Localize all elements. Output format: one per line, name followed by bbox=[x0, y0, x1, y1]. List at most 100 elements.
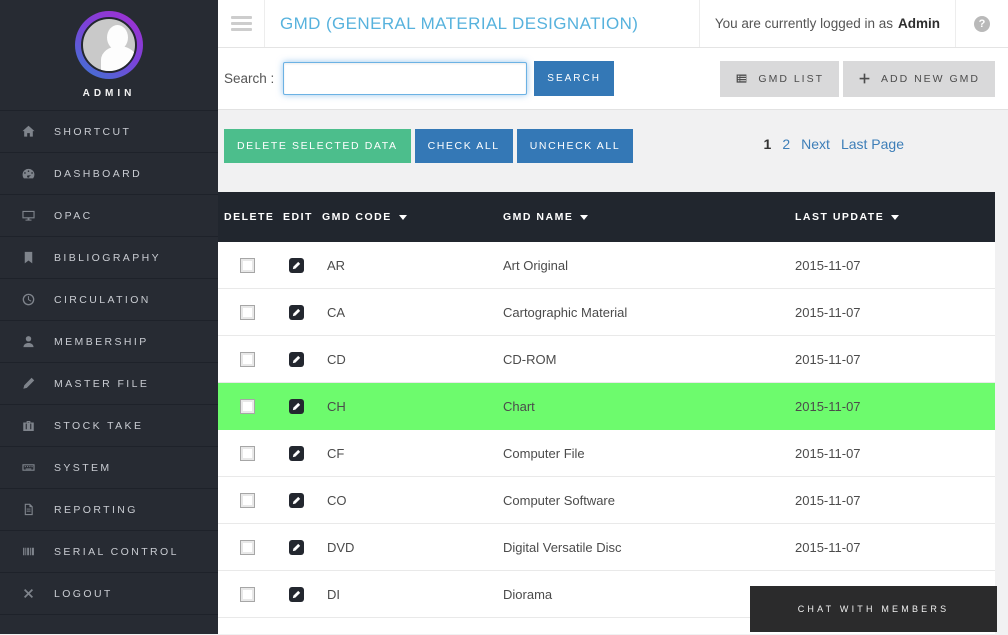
gmd-code-cell: CO bbox=[327, 492, 347, 508]
user-icon bbox=[20, 334, 37, 350]
keyboard-icon bbox=[20, 460, 37, 476]
uncheck-all-button[interactable]: UNCHECK ALL bbox=[516, 129, 634, 163]
row-checkbox[interactable] bbox=[240, 351, 255, 367]
search-section: Search : SEARCH GMD LIST ADD NEW GMD bbox=[218, 48, 1008, 110]
edit-button[interactable] bbox=[289, 586, 304, 602]
gmd-code-cell: CH bbox=[327, 398, 346, 414]
hamburger-menu-icon[interactable] bbox=[218, 0, 265, 47]
document-icon bbox=[20, 502, 37, 518]
gmd-table: DELETE EDIT GMD CODE GMD NAME LAST UPDATE AR… bbox=[218, 192, 995, 634]
pagination-link-2[interactable]: 2 bbox=[782, 136, 790, 152]
sidebar-item-label: CIRCULATION bbox=[54, 293, 151, 306]
plus-icon bbox=[859, 73, 870, 84]
pagination-link-last-page[interactable]: Last Page bbox=[841, 136, 904, 152]
table-row: CD CD-ROM 2015-11-07 bbox=[218, 336, 995, 383]
edit-button[interactable] bbox=[289, 492, 304, 508]
login-status-text: You are currently logged in as bbox=[714, 16, 893, 31]
sidebar-item-logout[interactable]: LOGOUT bbox=[0, 572, 218, 614]
admin-avatar bbox=[75, 11, 143, 79]
column-header-delete: DELETE bbox=[224, 211, 275, 223]
row-checkbox[interactable] bbox=[240, 586, 255, 602]
row-checkbox[interactable] bbox=[240, 257, 255, 273]
sort-arrow-icon bbox=[891, 214, 900, 220]
sort-arrow-icon bbox=[580, 214, 589, 220]
sidebar-item-label: STOCK TAKE bbox=[54, 419, 144, 432]
edit-button[interactable] bbox=[289, 304, 304, 320]
add-new-gmd-label: ADD NEW GMD bbox=[881, 72, 980, 85]
row-checkbox[interactable] bbox=[240, 304, 255, 320]
row-checkbox[interactable] bbox=[240, 398, 255, 414]
delete-selected-button[interactable]: DELETE SELECTED DATA bbox=[224, 129, 411, 163]
sidebar-item-label: DASHBOARD bbox=[54, 167, 143, 180]
pagination-current-page: 1 bbox=[763, 136, 772, 152]
clock-icon bbox=[20, 292, 37, 308]
edit-button[interactable] bbox=[289, 351, 304, 367]
table-row: CO Computer Software 2015-11-07 bbox=[218, 477, 995, 524]
edit-button[interactable] bbox=[289, 257, 304, 273]
sidebar-item-opac[interactable]: OPAC bbox=[0, 194, 218, 236]
topbar: GMD (GENERAL MATERIAL DESIGNATION) You a… bbox=[218, 0, 1008, 48]
row-checkbox[interactable] bbox=[240, 492, 255, 508]
edit-pencil-icon bbox=[292, 449, 301, 457]
last-update-cell: 2015-11-07 bbox=[795, 257, 861, 273]
search-button[interactable]: SEARCH bbox=[534, 61, 614, 96]
edit-button[interactable] bbox=[289, 398, 304, 414]
gmd-name-cell: CD-ROM bbox=[503, 351, 557, 367]
sidebar-item-shortcut[interactable]: SHORTCUT bbox=[0, 110, 218, 152]
table-row: CF Computer File 2015-11-07 bbox=[218, 430, 995, 477]
close-icon bbox=[20, 586, 37, 602]
gmd-code-cell: CA bbox=[327, 304, 346, 320]
page-title: GMD (GENERAL MATERIAL DESIGNATION) bbox=[280, 13, 639, 33]
sidebar-item-bibliography[interactable]: BIBLIOGRAPHY bbox=[0, 236, 218, 278]
row-checkbox[interactable] bbox=[240, 539, 255, 555]
edit-pencil-icon bbox=[292, 308, 301, 316]
edit-pencil-icon bbox=[292, 590, 301, 598]
sidebar-item-label: MEMBERSHIP bbox=[54, 335, 149, 348]
edit-button[interactable] bbox=[289, 539, 304, 555]
column-header-last-update[interactable]: LAST UPDATE bbox=[788, 211, 995, 223]
edit-button[interactable] bbox=[289, 445, 304, 461]
last-update-cell: 2015-11-07 bbox=[795, 445, 861, 461]
sidebar-item-stock-take[interactable]: STOCK TAKE bbox=[0, 404, 218, 446]
sidebar-item-label: OPAC bbox=[54, 209, 93, 222]
gmd-name-cell: Computer Software bbox=[503, 492, 615, 508]
search-input[interactable] bbox=[283, 62, 528, 95]
sidebar-item-master-file[interactable]: MASTER FILE bbox=[0, 362, 218, 404]
last-update-cell: 2015-11-07 bbox=[795, 304, 861, 320]
sidebar-item-system[interactable]: SYSTEM bbox=[0, 446, 218, 488]
pagination-link-next[interactable]: Next bbox=[801, 136, 830, 152]
sidebar-item-dashboard[interactable]: DASHBOARD bbox=[0, 152, 218, 194]
sidebar-menu-end-divider bbox=[0, 614, 218, 635]
help-button[interactable]: ? bbox=[955, 0, 1008, 47]
chat-with-members-button[interactable]: CHAT WITH MEMBERS bbox=[750, 586, 997, 632]
gmd-code-cell: CD bbox=[327, 351, 346, 367]
add-new-gmd-button[interactable]: ADD NEW GMD bbox=[843, 60, 995, 97]
sidebar-item-circulation[interactable]: CIRCULATION bbox=[0, 278, 218, 320]
pagination: 1 2 Next Last Page bbox=[764, 136, 904, 152]
column-header-gmd-code[interactable]: GMD CODE bbox=[318, 211, 498, 223]
dashboard-gauge-icon bbox=[20, 166, 37, 182]
gmd-list-button[interactable]: GMD LIST bbox=[720, 60, 839, 97]
sidebar-item-membership[interactable]: MEMBERSHIP bbox=[0, 320, 218, 362]
edit-pencil-icon bbox=[292, 543, 301, 551]
edit-pencil-icon bbox=[292, 402, 301, 410]
sidebar-item-label: MASTER FILE bbox=[54, 377, 150, 390]
column-header-edit: EDIT bbox=[283, 211, 313, 223]
gmd-name-cell: Chart bbox=[503, 398, 535, 414]
barcode-icon bbox=[20, 544, 37, 560]
topbar-right: You are currently logged in as Admin ? bbox=[698, 0, 1008, 47]
monitor-icon bbox=[20, 208, 37, 224]
sidebar-item-label: SHORTCUT bbox=[54, 125, 132, 138]
column-header-gmd-name[interactable]: GMD NAME bbox=[498, 211, 788, 223]
sidebar-item-serial-control[interactable]: SERIAL CONTROL bbox=[0, 530, 218, 572]
gmd-action-buttons: GMD LIST ADD NEW GMD bbox=[720, 60, 995, 97]
toolbar: DELETE SELECTED DATA CHECK ALL UNCHECK A… bbox=[218, 110, 1008, 192]
check-all-button[interactable]: CHECK ALL bbox=[414, 129, 513, 163]
login-status: You are currently logged in as Admin bbox=[698, 0, 955, 47]
sidebar-item-reporting[interactable]: REPORTING bbox=[0, 488, 218, 530]
table-row: CH Chart 2015-11-07 bbox=[218, 383, 995, 430]
briefcase-icon bbox=[20, 418, 37, 434]
chat-label: CHAT WITH MEMBERS bbox=[797, 604, 950, 614]
row-checkbox[interactable] bbox=[240, 445, 255, 461]
gmd-list-label: GMD LIST bbox=[758, 72, 824, 85]
